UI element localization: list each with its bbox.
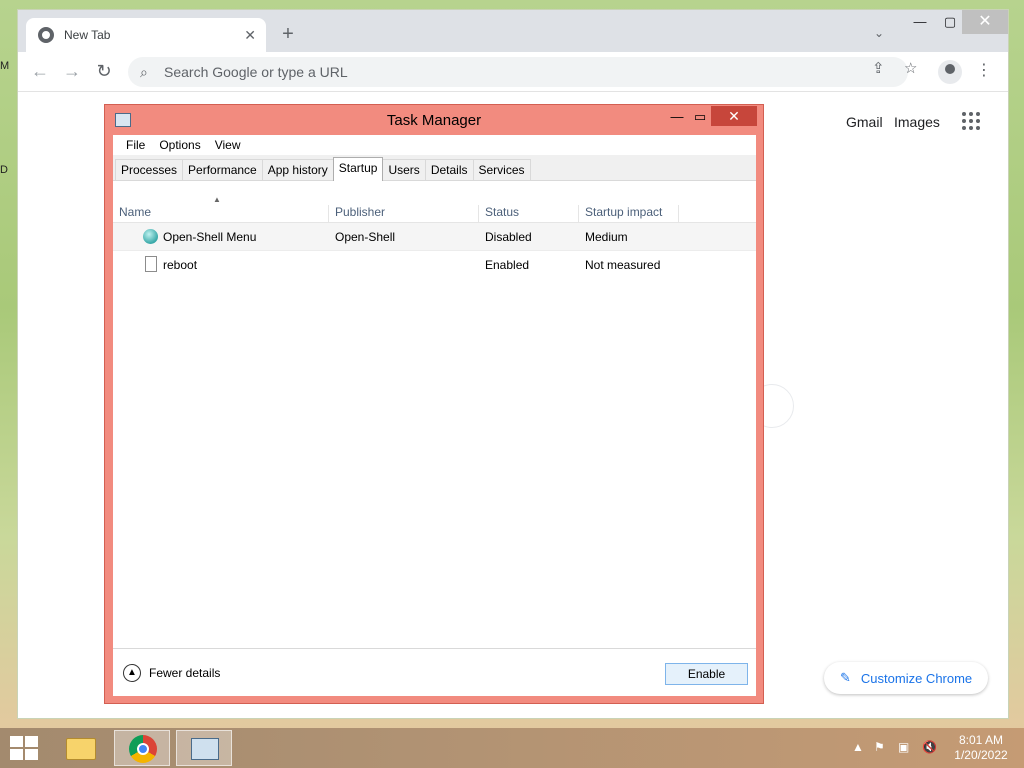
clock-time: 8:01 AM xyxy=(958,733,1004,747)
tab-users[interactable]: Users xyxy=(382,159,426,180)
back-arrow-icon[interactable]: ← xyxy=(28,60,52,84)
task-manager-titlebar[interactable]: Task Manager — ▭ ✕ xyxy=(105,105,763,135)
open-shell-icon xyxy=(143,229,158,244)
chevron-up-icon[interactable]: ▲ xyxy=(123,664,141,682)
tab-processes[interactable]: Processes xyxy=(115,159,184,180)
google-apps-icon[interactable] xyxy=(962,112,980,130)
fewer-details-link[interactable]: Fewer details xyxy=(149,666,220,680)
tab-services[interactable]: Services xyxy=(472,159,531,180)
cell-status: Enabled xyxy=(485,258,530,272)
omnibox[interactable]: ⌕ xyxy=(128,57,908,87)
taskbar-chrome[interactable] xyxy=(114,730,170,766)
pencil-icon: ✎ xyxy=(840,670,851,685)
tab-startup[interactable]: Startup xyxy=(332,157,384,181)
profile-avatar-icon[interactable] xyxy=(938,60,962,84)
file-icon xyxy=(145,256,157,272)
desktop-icon-fragment: D xyxy=(0,164,8,176)
tab-app-history[interactable]: App history xyxy=(261,159,334,180)
action-center-flag-icon[interactable]: ⚑ xyxy=(874,740,885,754)
tm-menubar: File Options View xyxy=(113,135,756,155)
cell-publisher: Open-Shell xyxy=(335,230,396,244)
task-manager-client: File Options View Processes Performance … xyxy=(113,135,756,696)
tm-tab-bar: Processes Performance App history Startu… xyxy=(113,155,756,181)
table-row[interactable]: reboot Enabled Not measured xyxy=(113,251,756,279)
images-link[interactable]: Images xyxy=(894,114,940,130)
cell-name: reboot xyxy=(163,258,198,272)
system-clock[interactable]: 8:01 AM 1/20/2022 xyxy=(948,733,1014,763)
desktop-icon-fragment: M xyxy=(0,60,10,72)
tab-search-chevron-icon[interactable]: ⌄ xyxy=(874,26,884,40)
clock-date: 1/20/2022 xyxy=(954,748,1008,762)
volume-muted-icon[interactable]: 🔇 xyxy=(922,740,937,754)
menu-options[interactable]: Options xyxy=(152,135,207,155)
tm-maximize-button[interactable]: ▭ xyxy=(689,107,711,127)
chrome-logo-icon xyxy=(129,735,157,763)
cell-status: Disabled xyxy=(485,230,532,244)
cell-impact: Not measured xyxy=(585,258,661,272)
tab-title: New Tab xyxy=(64,28,111,42)
new-tab-button[interactable]: + xyxy=(276,22,300,46)
menu-file[interactable]: File xyxy=(119,135,152,155)
tm-footer: ▲ Fewer details Enable xyxy=(113,648,756,696)
menu-view[interactable]: View xyxy=(208,135,248,155)
customize-chrome-label: Customize Chrome xyxy=(860,670,973,686)
tab-performance[interactable]: Performance xyxy=(182,159,263,180)
share-icon[interactable]: ⇪ xyxy=(872,59,885,77)
tm-minimize-button[interactable]: — xyxy=(665,107,689,127)
taskbar-task-manager[interactable] xyxy=(176,730,232,766)
taskbar: ▲ ⚑ ▣ 🔇 8:01 AM 1/20/2022 xyxy=(0,728,1024,768)
tab-details[interactable]: Details xyxy=(424,159,474,180)
close-window-button[interactable]: ✕ xyxy=(962,10,1008,34)
tab-new-tab[interactable]: New Tab ✕ xyxy=(26,18,266,52)
startup-table-header: ▲ Name Publisher Status Startup impact xyxy=(113,181,756,225)
chrome-favicon-icon xyxy=(38,27,54,43)
sort-ascending-icon: ▲ xyxy=(213,195,221,204)
omnibox-input[interactable] xyxy=(164,64,824,80)
bookmark-star-icon[interactable]: ☆ xyxy=(904,59,917,77)
table-row[interactable]: Open-Shell Menu Open-Shell Disabled Medi… xyxy=(113,223,756,251)
startup-table: ▲ Name Publisher Status Startup impact O… xyxy=(113,181,756,279)
column-startup-impact[interactable]: Startup impact xyxy=(579,205,679,225)
chrome-menu-icon[interactable]: ⋮ xyxy=(976,60,992,80)
cell-impact: Medium xyxy=(585,230,628,244)
tab-strip: New Tab ✕ + ⌄ — ▢ ✕ xyxy=(18,10,1008,52)
reload-icon[interactable]: ↻ xyxy=(92,60,116,84)
column-publisher[interactable]: Publisher xyxy=(329,205,479,225)
column-name[interactable]: Name xyxy=(113,205,329,225)
search-icon: ⌕ xyxy=(140,63,148,80)
gmail-link[interactable]: Gmail xyxy=(846,114,883,130)
column-status[interactable]: Status xyxy=(479,205,579,225)
cell-name: Open-Shell Menu xyxy=(163,230,257,244)
folder-icon xyxy=(66,738,96,760)
browser-toolbar: ← → ↻ ⌕ ⇪ ☆ ⋮ xyxy=(18,52,1008,92)
task-manager-icon xyxy=(191,738,219,760)
tm-close-button[interactable]: ✕ xyxy=(711,106,757,126)
enable-button[interactable]: Enable xyxy=(665,663,748,685)
taskbar-file-explorer[interactable] xyxy=(52,730,108,766)
task-manager-window: Task Manager — ▭ ✕ File Options View Pro… xyxy=(104,104,764,704)
show-hidden-icons-icon[interactable]: ▲ xyxy=(852,740,864,754)
windows-start-icon[interactable] xyxy=(8,736,38,760)
customize-chrome-button[interactable]: ✎ Customize Chrome xyxy=(824,662,989,694)
forward-arrow-icon[interactable]: → xyxy=(60,60,84,84)
network-icon[interactable]: ▣ xyxy=(898,740,909,754)
close-tab-icon[interactable]: ✕ xyxy=(244,27,256,44)
